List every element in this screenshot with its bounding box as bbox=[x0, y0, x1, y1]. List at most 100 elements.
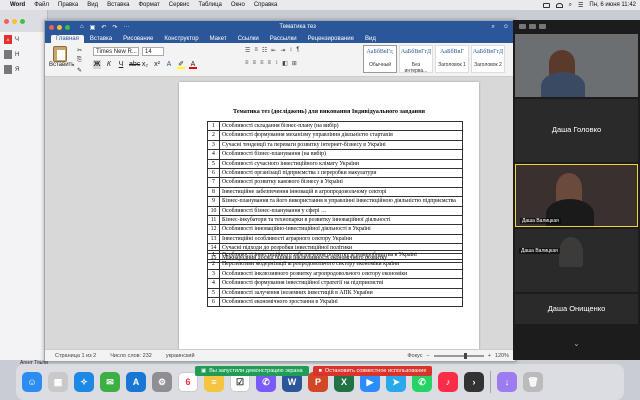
multilevel-list-icon[interactable]: ☷ bbox=[262, 47, 267, 54]
increase-indent-icon[interactable]: ⇥ bbox=[280, 47, 285, 54]
minimize-icon[interactable] bbox=[12, 18, 17, 24]
zoom-slider[interactable] bbox=[433, 352, 484, 359]
document-area[interactable]: Тематика тез (досліджень) для виконання … bbox=[45, 77, 515, 351]
participant-tile-active[interactable]: Даша Валицкая bbox=[515, 164, 638, 227]
paste-button[interactable]: Вставить bbox=[49, 46, 74, 68]
tab-insert[interactable]: Вставка bbox=[85, 35, 117, 43]
battery-icon[interactable] bbox=[542, 2, 550, 8]
topic-cell[interactable]: Особливості організації підприємства з п… bbox=[219, 168, 463, 179]
music-icon[interactable]: ♪ bbox=[438, 372, 458, 392]
safari-icon[interactable]: ✧ bbox=[74, 372, 94, 392]
launchpad-icon[interactable]: ▦ bbox=[48, 372, 68, 392]
menu-format[interactable]: Формат bbox=[138, 2, 159, 8]
numbering-icon[interactable]: ≡ bbox=[254, 47, 258, 54]
topic-cell[interactable]: Особливості складання бізнес-плану (на в… bbox=[219, 120, 463, 132]
participant-tile[interactable]: Даша Валицкая bbox=[515, 229, 638, 292]
wifi-icon[interactable] bbox=[555, 2, 563, 8]
language[interactable]: украинский bbox=[166, 353, 195, 359]
search-icon[interactable]: ⌕ bbox=[569, 2, 572, 9]
trash-icon[interactable]: 🗑 bbox=[523, 372, 543, 392]
highlight-icon[interactable]: ✐ bbox=[177, 60, 185, 69]
messages-icon[interactable]: ✉ bbox=[100, 372, 120, 392]
undo-icon[interactable]: ↶ bbox=[101, 24, 106, 31]
font-color-icon[interactable]: A bbox=[189, 60, 197, 69]
app-store-icon[interactable]: A bbox=[126, 372, 146, 392]
shading-icon[interactable]: ◧ bbox=[282, 60, 288, 67]
focus-button[interactable]: Фокус bbox=[407, 353, 422, 359]
close-icon[interactable] bbox=[49, 24, 54, 30]
align-center-icon[interactable]: ≡ bbox=[253, 60, 257, 67]
style-normal[interactable]: АаБбВвГг, Обычный bbox=[363, 45, 397, 73]
participant-tile[interactable]: Даша Онищенко bbox=[515, 294, 638, 324]
topic-cell[interactable]: Сучасні тенденції та переваги розвитку і… bbox=[219, 139, 463, 151]
chevron-down-icon[interactable]: ⌄ bbox=[513, 339, 640, 348]
topic-cell[interactable]: Особливості формування механізму управлі… bbox=[219, 130, 463, 141]
menu-insert[interactable]: Вставка bbox=[107, 2, 129, 8]
text-effects-icon[interactable]: A bbox=[165, 60, 173, 69]
tab-review[interactable]: Рецензирование bbox=[303, 35, 359, 43]
copy-icon[interactable]: ⎘ bbox=[77, 57, 82, 64]
zoom-level[interactable]: 120% bbox=[495, 353, 509, 359]
menu-table[interactable]: Таблица bbox=[198, 2, 222, 8]
control-center-icon[interactable]: ☰ bbox=[578, 2, 583, 9]
menu-view[interactable]: Вид bbox=[87, 2, 98, 8]
tab-references[interactable]: Ссылки bbox=[233, 35, 264, 43]
font-name-select[interactable]: Times New R... bbox=[93, 47, 139, 56]
align-right-icon[interactable]: ≡ bbox=[260, 60, 264, 67]
terminal-icon[interactable]: › bbox=[464, 372, 484, 392]
menu-help[interactable]: Справка bbox=[254, 2, 278, 8]
maximize-icon[interactable] bbox=[65, 24, 70, 30]
document-page[interactable]: Тематика тез (досліджень) для виконання … bbox=[179, 82, 479, 351]
font-size-select[interactable]: 14 bbox=[142, 47, 164, 56]
page-count[interactable]: Страница 1 из 2 bbox=[55, 353, 96, 359]
align-left-icon[interactable]: ≡ bbox=[245, 60, 249, 67]
italic-icon[interactable]: К bbox=[105, 60, 113, 69]
home-icon[interactable]: ⌂ bbox=[80, 24, 84, 31]
downloads-icon[interactable]: ↓ bbox=[497, 372, 517, 392]
redo-icon[interactable]: ↷ bbox=[112, 24, 117, 31]
cut-icon[interactable]: ✂ bbox=[77, 47, 82, 54]
topic-cell[interactable]: Бізнес-планування та його використання в… bbox=[219, 196, 463, 207]
topic-cell[interactable]: Особливості бізнес-планування (на вибір) bbox=[219, 149, 463, 160]
more-icon[interactable]: ··· bbox=[123, 24, 129, 31]
topic-cell[interactable]: Інвестиційне забезпечення інновацій в аг… bbox=[219, 186, 463, 198]
justify-icon[interactable]: ≡ bbox=[268, 60, 272, 67]
menubar-clock[interactable]: Пн, 6 июня 11:42 bbox=[589, 2, 636, 8]
style-heading-1[interactable]: АаБбВвГ Заголовок 1 bbox=[435, 45, 469, 73]
menu-tools[interactable]: Сервис bbox=[169, 2, 190, 8]
bullets-icon[interactable]: ☰ bbox=[245, 47, 250, 54]
tab-mailings[interactable]: Рассылки bbox=[265, 35, 302, 43]
close-icon[interactable] bbox=[4, 18, 9, 24]
tab-home[interactable]: Главная bbox=[51, 35, 84, 43]
menu-file[interactable]: Файл bbox=[34, 2, 49, 8]
decrease-indent-icon[interactable]: ⇤ bbox=[271, 47, 276, 54]
topic-cell[interactable]: Особливості залучення іноземних інвестиц… bbox=[219, 287, 463, 299]
topic-cell[interactable]: Особливості розвитку кавового бізнесу в … bbox=[219, 177, 463, 188]
menu-edit[interactable]: Правка bbox=[58, 2, 78, 8]
stop-share-button[interactable]: ■ Остановить совместное использование bbox=[312, 366, 433, 376]
zoom-in-icon[interactable]: + bbox=[488, 353, 491, 359]
participant-tile[interactable] bbox=[515, 34, 638, 97]
tab-layout[interactable]: Макет bbox=[205, 35, 232, 43]
view-toggle-icon[interactable] bbox=[519, 23, 526, 29]
zoom-out-icon[interactable]: − bbox=[426, 353, 429, 359]
line-spacing-icon[interactable]: ↕ bbox=[275, 60, 278, 67]
topic-cell[interactable]: Перспективи модернізації агропродовольчо… bbox=[219, 259, 463, 270]
tab-draw[interactable]: Рисование bbox=[118, 35, 158, 43]
topic-cell[interactable]: Бізнес-інкубатори та технопарки в розвит… bbox=[219, 215, 463, 226]
tab-design[interactable]: Конструктор bbox=[159, 35, 203, 43]
finder-icon[interactable]: ☺ bbox=[22, 372, 42, 392]
style-heading-2[interactable]: АаБбВвГгД Заголовок 2 bbox=[471, 45, 505, 73]
word-count[interactable]: Число слов: 232 bbox=[110, 353, 152, 359]
tab-view[interactable]: Вид bbox=[360, 35, 381, 43]
topic-cell[interactable]: Особливості інвестиційного забезпечення … bbox=[219, 249, 463, 261]
view-toggle-icon[interactable] bbox=[529, 23, 536, 29]
browser-item[interactable]: Н bbox=[0, 47, 47, 62]
settings-icon[interactable]: ⚙ bbox=[152, 372, 172, 392]
topic-cell[interactable]: Особливості сучасного інвестиційного клі… bbox=[219, 158, 463, 170]
participant-tile[interactable]: Даша Головко bbox=[515, 99, 638, 162]
underline-icon[interactable]: Ч bbox=[117, 60, 125, 69]
subscript-icon[interactable]: x₂ bbox=[141, 60, 149, 69]
topic-cell[interactable]: Особливості економічного зростання в Укр… bbox=[219, 297, 463, 308]
view-toggle-icon[interactable] bbox=[539, 23, 546, 29]
